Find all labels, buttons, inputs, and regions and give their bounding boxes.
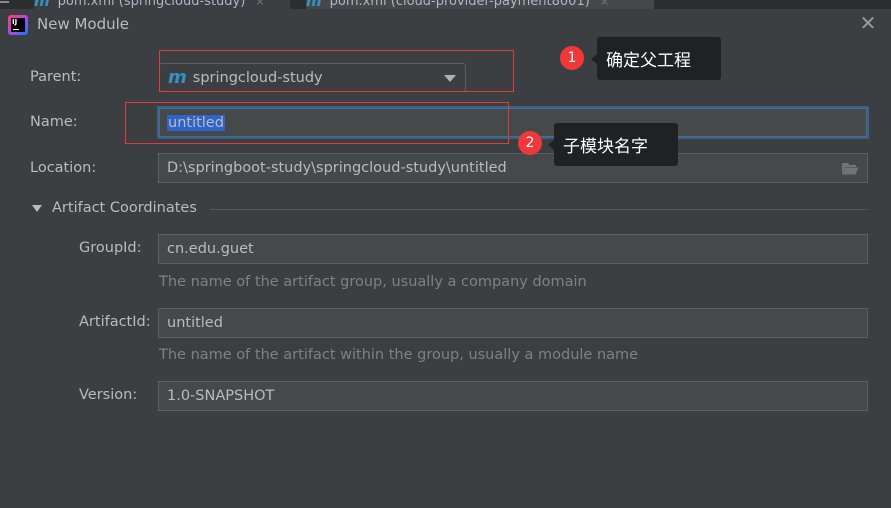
version-value: 1.0-SNAPSHOT xyxy=(167,388,275,404)
section-title: Artifact Coordinates xyxy=(52,200,197,216)
editor-tab-bar: m pom.xml (springcloud-study) × m pom.xm… xyxy=(0,0,891,9)
intellij-icon: IJ xyxy=(8,15,28,35)
artifactid-input[interactable]: untitled xyxy=(158,308,868,338)
name-label: Name: xyxy=(30,114,78,130)
artifact-coordinates-toggle[interactable]: Artifact Coordinates xyxy=(32,200,197,216)
editor-tab-pom-cloud-provider[interactable]: m pom.xml (cloud-provider-payment8001) × xyxy=(306,0,654,9)
version-input[interactable]: 1.0-SNAPSHOT xyxy=(158,381,868,411)
tab-label: pom.xml (springcloud-study) xyxy=(57,0,246,9)
parent-label: Parent: xyxy=(30,69,82,85)
intellij-icon-text: IJ xyxy=(12,18,18,26)
dialog-title-bar: IJ New Module ✕ xyxy=(0,9,891,39)
annotation-badge-2: 2 xyxy=(518,131,542,155)
folder-browse-icon[interactable] xyxy=(841,162,859,175)
editor-tab-pom-springcloud-study[interactable]: m pom.xml (springcloud-study) × xyxy=(34,0,290,9)
location-input[interactable]: D:\springboot-study\springcloud-study\un… xyxy=(158,153,868,183)
maven-icon: m xyxy=(34,0,50,9)
artifactid-value: untitled xyxy=(167,315,223,331)
section-divider xyxy=(210,209,868,210)
menu-icon[interactable] xyxy=(0,1,9,3)
annotation-callout-2: 子模块名字 xyxy=(548,123,678,166)
maven-icon: m xyxy=(306,0,322,9)
groupid-label: GroupId: xyxy=(79,240,142,256)
annotation-text-2: 子模块名字 xyxy=(563,137,648,157)
close-icon[interactable]: ✕ xyxy=(858,13,878,33)
groupid-hint: The name of the artifact group, usually … xyxy=(159,274,587,290)
location-value: D:\springboot-study\springcloud-study\un… xyxy=(167,160,507,176)
annotation-box-parent xyxy=(159,50,514,92)
dialog-title: New Module xyxy=(37,15,130,33)
annotation-text-1: 确定父工程 xyxy=(606,51,691,71)
groupid-input[interactable]: cn.edu.guet xyxy=(158,234,868,264)
version-label: Version: xyxy=(79,387,138,403)
tab-close-icon[interactable]: × xyxy=(255,0,264,8)
artifactid-label: ArtifactId: xyxy=(79,314,151,330)
triangle-down-icon xyxy=(32,204,42,212)
annotation-box-name xyxy=(125,102,509,144)
tab-close-icon[interactable]: × xyxy=(600,0,609,8)
groupid-value: cn.edu.guet xyxy=(167,241,254,257)
annotation-badge-1: 1 xyxy=(560,46,584,70)
location-label: Location: xyxy=(30,160,97,176)
artifactid-hint: The name of the artifact within the grou… xyxy=(159,347,639,363)
annotation-callout-1: 确定父工程 xyxy=(591,37,721,80)
tab-label: pom.xml (cloud-provider-payment8001) xyxy=(329,0,590,9)
